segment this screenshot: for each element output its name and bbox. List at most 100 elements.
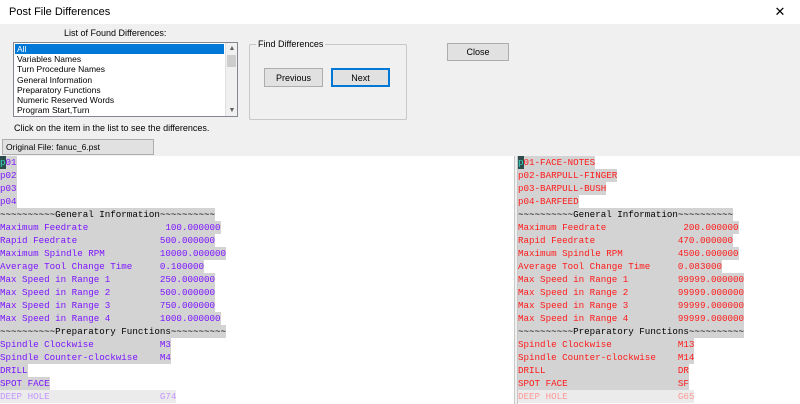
- previous-button[interactable]: Previous: [264, 68, 323, 87]
- list-item[interactable]: Variables Names: [15, 54, 224, 64]
- list-scrollbar[interactable]: ▲ ▼: [225, 43, 237, 116]
- controls-area: List of Found Differences: All Variables …: [0, 25, 800, 156]
- code-line-text: p04: [0, 195, 17, 208]
- code-line: Maximum Feedrate 200.000000: [518, 221, 800, 234]
- code-line: Max Speed in Range 3 750.000000: [0, 299, 514, 312]
- code-line: DEEP HOLE G65: [518, 390, 800, 403]
- code-line-text: DEEP HOLE G74: [0, 390, 177, 403]
- close-icon[interactable]: ✕: [760, 0, 800, 25]
- code-line-text: Spindle Counter-clockwise M4: [0, 351, 171, 364]
- find-differences-legend: Find Differences: [256, 39, 326, 49]
- code-line: Max Speed in Range 2 500.000000: [0, 286, 514, 299]
- code-line: p04: [0, 195, 514, 208]
- code-line-text: SPOT FACE: [0, 377, 50, 390]
- code-line-text: Max Speed in Range 3 99999.000000: [518, 299, 745, 312]
- code-line-text: Rapid Feedrate 500.000000: [0, 234, 216, 247]
- scroll-thumb[interactable]: [227, 55, 236, 67]
- next-button[interactable]: Next: [331, 68, 390, 87]
- code-line-text: p01-FACE-NOTES: [518, 156, 596, 169]
- list-item[interactable]: Turn Procedure Names: [15, 64, 224, 74]
- code-line: Maximum Spindle RPM 4500.000000: [518, 247, 800, 260]
- differences-listbox[interactable]: All Variables Names Turn Procedure Names Ge…: [13, 42, 238, 117]
- code-line-text: Maximum Feedrate 200.000000: [518, 221, 739, 234]
- code-line-text: SPOT FACE SF: [518, 377, 689, 390]
- code-line: Max Speed in Range 1 99999.000000: [518, 273, 800, 286]
- code-line: SPOT FACE: [0, 377, 514, 390]
- code-line-text: Spindle Clockwise M3: [0, 338, 171, 351]
- code-line: Max Speed in Range 2 99999.000000: [518, 286, 800, 299]
- list-item[interactable]: Program Start,Turn: [15, 105, 224, 115]
- list-item[interactable]: All: [15, 44, 224, 55]
- code-line-text: Spindle Counter-clockwise M14: [518, 351, 695, 364]
- code-line: ~~~~~~~~~~General Information~~~~~~~~~~: [0, 208, 514, 221]
- code-line-text: p02: [0, 169, 17, 182]
- close-button[interactable]: Close: [447, 43, 509, 61]
- code-line-text: Max Speed in Range 3 750.000000: [0, 299, 216, 312]
- code-line: Average Tool Change Time 0.100000: [0, 260, 514, 273]
- code-line: p02: [0, 169, 514, 182]
- code-line-text: DEEP HOLE G65: [518, 390, 695, 403]
- code-line: Max Speed in Range 4 1000.000000: [0, 312, 514, 325]
- code-line-text: Maximum Spindle RPM 4500.000000: [518, 247, 739, 260]
- list-hint: Click on the item in the list to see the…: [14, 123, 210, 133]
- code-line-text: Max Speed in Range 4 1000.000000: [0, 312, 221, 325]
- code-line: Max Speed in Range 4 99999.000000: [518, 312, 800, 325]
- code-line-text: DRILL DR: [518, 364, 689, 377]
- code-line-text: Max Speed in Range 1 250.000000: [0, 273, 216, 286]
- code-line: Maximum Feedrate 100.000000: [0, 221, 514, 234]
- original-file-panel[interactable]: p01 p02 p03 p04 ~~~~~~~~~~General Informatio…: [0, 156, 514, 404]
- code-line-text: Rapid Feedrate 470.000000: [518, 234, 734, 247]
- code-line: p04-BARFEED: [518, 195, 800, 208]
- code-line: DRILL: [0, 364, 514, 377]
- code-line-text: Maximum Feedrate 100.000000: [0, 221, 221, 234]
- code-line-text: Maximum Spindle RPM 10000.000000: [0, 247, 227, 260]
- code-line-text: Average Tool Change Time 0.100000: [0, 260, 204, 273]
- code-line-text: p01: [0, 156, 17, 169]
- scroll-up-icon[interactable]: ▲: [226, 43, 237, 54]
- code-line-text: p02-BARPULL-FINGER: [518, 169, 618, 182]
- code-line: p01: [0, 156, 514, 169]
- code-line-text: DRILL: [0, 364, 28, 377]
- code-line-text: Average Tool Change Time 0.083000: [518, 260, 722, 273]
- code-line: Spindle Counter-clockwise M14: [518, 351, 800, 364]
- code-line: p01-FACE-NOTES: [518, 156, 800, 169]
- code-line-text: ~~~~~~~~~~General Information~~~~~~~~~~: [518, 208, 734, 221]
- code-line: p03-BARPULL-BUSH: [518, 182, 800, 195]
- code-line-text: Max Speed in Range 4 99999.000000: [518, 312, 745, 325]
- code-line: ~~~~~~~~~~General Information~~~~~~~~~~: [518, 208, 800, 221]
- code-line: Max Speed in Range 3 99999.000000: [518, 299, 800, 312]
- window-title: Post File Differences: [9, 6, 111, 18]
- code-line: Rapid Feedrate 500.000000: [0, 234, 514, 247]
- code-line: ~~~~~~~~~~Preparatory Functions~~~~~~~~~…: [0, 325, 514, 338]
- code-line: p02-BARPULL-FINGER: [518, 169, 800, 182]
- code-line: Maximum Spindle RPM 10000.000000: [0, 247, 514, 260]
- code-line-text: p03: [0, 182, 17, 195]
- code-line: Spindle Counter-clockwise M4: [0, 351, 514, 364]
- list-items: All Variables Names Turn Procedure Names Ge…: [15, 44, 224, 115]
- code-line-text: Spindle Clockwise M13: [518, 338, 695, 351]
- title-bar: Post File Differences ✕: [0, 0, 800, 25]
- code-line: ~~~~~~~~~~Preparatory Functions~~~~~~~~~…: [518, 325, 800, 338]
- code-line: Spindle Clockwise M13: [518, 338, 800, 351]
- code-line-text: p04-BARFEED: [518, 195, 579, 208]
- code-line: SPOT FACE SF: [518, 377, 800, 390]
- code-line-text: Max Speed in Range 2 99999.000000: [518, 286, 745, 299]
- list-item[interactable]: General Information: [15, 75, 224, 85]
- code-line-text: ~~~~~~~~~~Preparatory Functions~~~~~~~~~…: [518, 325, 745, 338]
- cursor-char: p: [518, 156, 524, 169]
- list-item[interactable]: Numeric Reserved Words: [15, 95, 224, 105]
- compared-file-panel[interactable]: p01-FACE-NOTES p02-BARPULL-FINGER p03-BARP…: [518, 156, 800, 404]
- list-item[interactable]: Preparatory Functions: [15, 85, 224, 95]
- code-line: Max Speed in Range 1 250.000000: [0, 273, 514, 286]
- code-line: Spindle Clockwise M3: [0, 338, 514, 351]
- code-line: Rapid Feedrate 470.000000: [518, 234, 800, 247]
- original-file-button[interactable]: Original File: fanuc_6.pst: [2, 139, 154, 155]
- list-label: List of Found Differences:: [64, 28, 167, 38]
- code-line: p03: [0, 182, 514, 195]
- code-line-text: ~~~~~~~~~~General Information~~~~~~~~~~: [0, 208, 216, 221]
- code-line-text: ~~~~~~~~~~Preparatory Functions~~~~~~~~~…: [0, 325, 227, 338]
- scroll-down-icon[interactable]: ▼: [226, 105, 237, 116]
- code-line: DRILL DR: [518, 364, 800, 377]
- code-line-text: Max Speed in Range 1 99999.000000: [518, 273, 745, 286]
- code-line-text: Max Speed in Range 2 500.000000: [0, 286, 216, 299]
